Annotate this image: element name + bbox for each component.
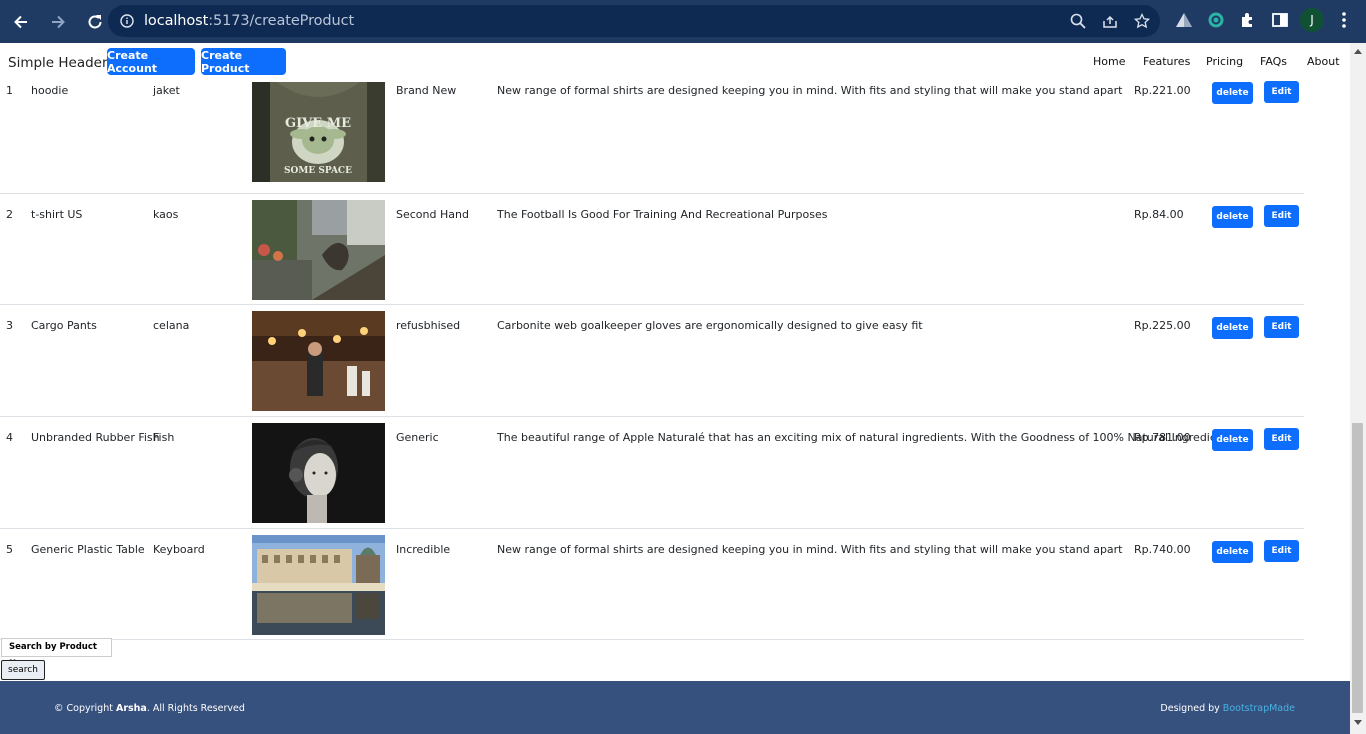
product-condition: refusbhised bbox=[396, 319, 461, 333]
product-category: Fish bbox=[153, 431, 175, 445]
site-info-icon[interactable] bbox=[119, 13, 135, 29]
table-row: 2 t-shirt US kaos Second Hand The Footba… bbox=[0, 194, 1304, 306]
product-price: Rp.740.00 bbox=[1134, 542, 1191, 556]
product-condition: Second Hand bbox=[396, 207, 469, 221]
back-icon[interactable] bbox=[5, 6, 37, 38]
product-condition: Incredible bbox=[396, 542, 451, 556]
extensions-puzzle-icon[interactable] bbox=[1236, 8, 1260, 32]
nav-faqs[interactable]: FAQs bbox=[1260, 55, 1287, 68]
brand-title[interactable]: Simple Header bbox=[8, 55, 108, 71]
edit-button[interactable]: Edit bbox=[1264, 428, 1299, 451]
table-row: 5 Generic Plastic Table Keyboard Incredi… bbox=[0, 529, 1304, 641]
nav-home[interactable]: Home bbox=[1093, 55, 1125, 68]
page-scrollbar[interactable] bbox=[1350, 43, 1366, 734]
extension-ring-icon[interactable] bbox=[1204, 8, 1228, 32]
product-condition: Brand New bbox=[396, 84, 457, 97]
side-panel-icon[interactable] bbox=[1268, 8, 1292, 32]
product-category: jaket bbox=[153, 84, 180, 97]
table-row: 3 Cargo Pants celana refusbhised Carboni… bbox=[0, 305, 1304, 418]
share-icon[interactable] bbox=[1100, 11, 1120, 31]
address-bar[interactable]: localhost:5173/createProduct bbox=[108, 5, 1160, 37]
cafe-interior-photo bbox=[252, 311, 385, 412]
scroll-down-icon[interactable] bbox=[1354, 720, 1362, 725]
scroll-up-icon[interactable] bbox=[1354, 49, 1362, 54]
url-host: localhost bbox=[144, 13, 209, 29]
copyright-prefix: © Copyright bbox=[54, 703, 116, 714]
extension-mountain-icon[interactable] bbox=[1172, 8, 1196, 32]
product-description: The beautiful range of Apple Naturalé th… bbox=[497, 431, 1234, 445]
hoodie-photo: GIVE ME SOME SPACE bbox=[252, 82, 385, 182]
product-price: Rp.84.00 bbox=[1134, 207, 1184, 221]
product-description: New range of formal shirts are designed … bbox=[497, 542, 1123, 556]
row-number: 2 bbox=[6, 207, 13, 221]
browser-menu-icon[interactable] bbox=[1332, 8, 1356, 32]
product-name: Unbranded Rubber Fish bbox=[31, 431, 160, 445]
row-number: 1 bbox=[6, 84, 13, 97]
copyright-suffix: . All Rights Reserved bbox=[146, 703, 245, 714]
forward-icon[interactable] bbox=[42, 6, 74, 38]
profile-avatar[interactable]: J bbox=[1300, 8, 1324, 32]
edit-button[interactable]: Edit bbox=[1264, 204, 1299, 227]
product-table: 1 hoodie jaket GIVE ME SOME SPACE Brand … bbox=[0, 81, 1304, 641]
product-name: t-shirt US bbox=[31, 207, 83, 221]
product-category: Keyboard bbox=[153, 542, 205, 556]
product-category: kaos bbox=[153, 207, 179, 221]
search-button[interactable]: search bbox=[1, 660, 45, 680]
row-number: 3 bbox=[6, 319, 13, 333]
product-description: Carbonite web goalkeeper gloves are ergo… bbox=[497, 319, 923, 333]
product-description: The Football Is Good For Training And Re… bbox=[497, 207, 828, 221]
bookmark-star-icon[interactable] bbox=[1132, 11, 1152, 31]
product-name: Cargo Pants bbox=[31, 319, 97, 333]
browser-toolbar: localhost:5173/createProduct J bbox=[0, 0, 1366, 43]
delete-button[interactable]: delete bbox=[1212, 317, 1253, 340]
bootstrapmade-link[interactable]: BootstrapMade bbox=[1223, 703, 1295, 714]
reload-icon[interactable] bbox=[79, 6, 111, 38]
product-category: celana bbox=[153, 319, 190, 333]
portrait-photo bbox=[252, 423, 385, 524]
credits-label: Designed by bbox=[1160, 703, 1223, 714]
table-row: 4 Unbranded Rubber Fish Fish Generic The… bbox=[0, 417, 1304, 529]
edit-button[interactable]: Edit bbox=[1264, 81, 1299, 103]
scroll-thumb[interactable] bbox=[1352, 423, 1363, 713]
building-reflection-photo bbox=[252, 534, 385, 635]
product-description: New range of formal shirts are designed … bbox=[497, 84, 1123, 97]
nav-about[interactable]: About bbox=[1307, 55, 1340, 68]
credits-text: Designed by BootstrapMade bbox=[1160, 703, 1295, 714]
create-account-button[interactable]: Create Account bbox=[107, 48, 195, 75]
product-price: Rp.781.00 bbox=[1134, 431, 1191, 445]
table-row: 1 hoodie jaket GIVE ME SOME SPACE Brand … bbox=[0, 81, 1304, 194]
zoom-icon[interactable] bbox=[1068, 11, 1088, 31]
nav-features[interactable]: Features bbox=[1143, 55, 1190, 68]
copyright-text: © Copyright Arsha. All Rights Reserved bbox=[54, 703, 245, 714]
copyright-brand: Arsha bbox=[115, 703, 147, 714]
edit-button[interactable]: Edit bbox=[1264, 539, 1299, 562]
street-sloth-photo bbox=[252, 199, 385, 300]
svg-text:SOME SPACE: SOME SPACE bbox=[284, 166, 352, 176]
delete-button[interactable]: delete bbox=[1212, 205, 1253, 228]
svg-text:GIVE ME: GIVE ME bbox=[285, 116, 351, 131]
nav-pricing[interactable]: Pricing bbox=[1206, 55, 1243, 68]
edit-button[interactable]: Edit bbox=[1264, 316, 1299, 339]
search-input[interactable]: Search by Product Name bbox=[1, 638, 112, 669]
create-product-button[interactable]: Create Product bbox=[201, 48, 286, 75]
site-header: Simple Header Create Account Create Prod… bbox=[0, 43, 1350, 82]
delete-button[interactable]: delete bbox=[1212, 540, 1253, 563]
product-price: Rp.225.00 bbox=[1134, 319, 1191, 333]
delete-button[interactable]: delete bbox=[1212, 82, 1253, 104]
site-footer: © Copyright Arsha. All Rights Reserved D… bbox=[0, 681, 1350, 734]
product-name: Generic Plastic Table bbox=[31, 542, 145, 556]
url-path: :5173/createProduct bbox=[208, 13, 355, 29]
row-number: 5 bbox=[6, 542, 13, 556]
delete-button[interactable]: delete bbox=[1212, 429, 1253, 452]
product-condition: Generic bbox=[396, 431, 439, 445]
row-number: 4 bbox=[6, 431, 13, 445]
product-price: Rp.221.00 bbox=[1134, 84, 1191, 97]
url-text: localhost:5173/createProduct bbox=[144, 13, 354, 29]
product-name: hoodie bbox=[31, 84, 69, 97]
